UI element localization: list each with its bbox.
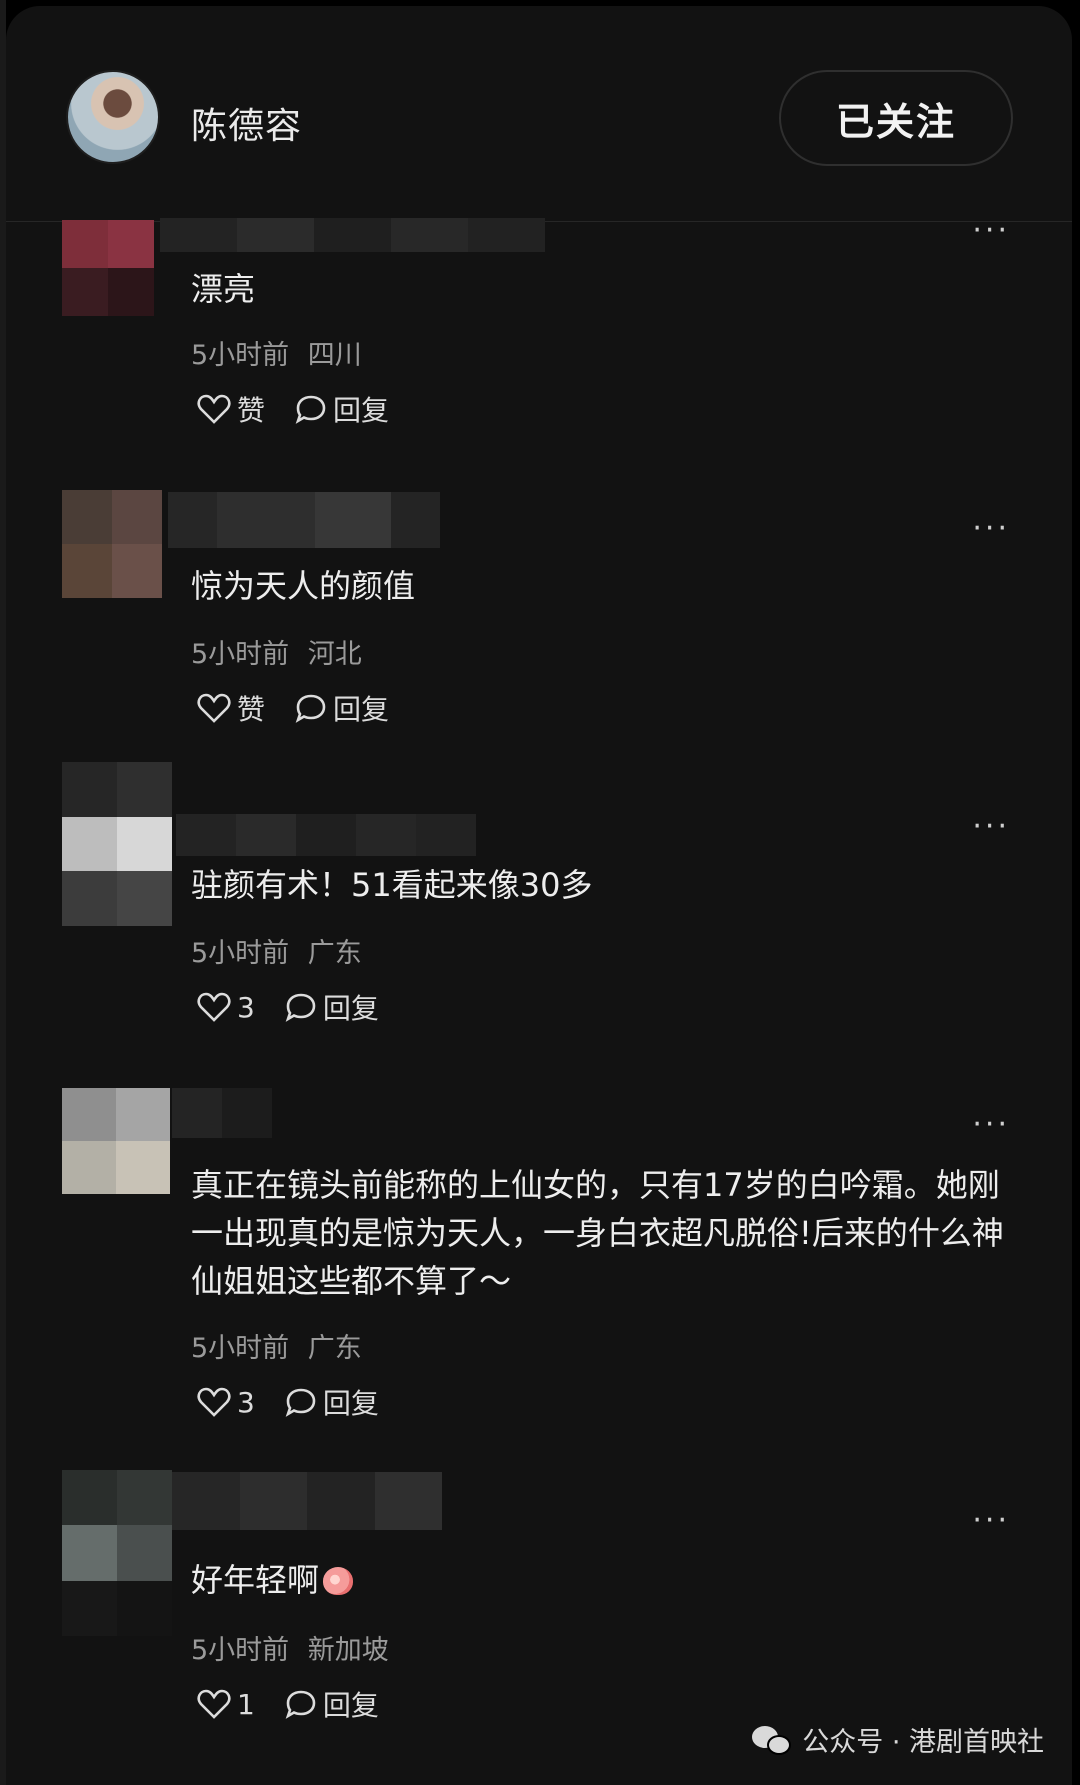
reply-button[interactable]: 回复 [285, 1684, 379, 1724]
commenter-name-blurred[interactable] [160, 218, 545, 252]
comment-location: 河北 [307, 639, 362, 670]
author-name[interactable]: 陈德容 [191, 97, 302, 149]
comment-meta: 5小时前 广东 [191, 1326, 362, 1365]
reply-label: 回复 [322, 1689, 379, 1722]
comment-text: 好年轻啊 [191, 1556, 1021, 1604]
comment-meta: 5小时前 河北 [191, 632, 362, 671]
heart-icon [197, 394, 231, 424]
follow-button[interactable]: 已关注 [779, 70, 1013, 166]
heart-icon [197, 992, 231, 1022]
reply-label: 回复 [333, 394, 390, 427]
more-options-icon[interactable]: ··· [972, 514, 1010, 544]
comment-time: 5小时前 [191, 639, 290, 670]
like-label: 赞 [237, 693, 266, 726]
comment-time: 5小时前 [191, 340, 290, 371]
commenter-avatar[interactable] [62, 762, 172, 926]
post-header: 陈德容 已关注 [6, 6, 1072, 222]
commenter-name-blurred[interactable] [168, 492, 440, 548]
reply-button[interactable]: 回复 [295, 688, 389, 728]
like-button[interactable]: 1 [197, 1688, 255, 1721]
commenter-avatar[interactable] [62, 490, 162, 598]
comment-bubble-icon [285, 993, 316, 1022]
comment-bubble-icon [295, 694, 326, 723]
like-count: 1 [237, 1687, 255, 1721]
peach-emoji-icon [323, 1567, 354, 1595]
more-options-icon[interactable]: ··· [972, 812, 1010, 842]
like-count: 3 [237, 990, 255, 1024]
watermark: 公众号 · 港剧首映社 [752, 1720, 1044, 1759]
comment-bubble-icon [285, 1388, 316, 1417]
commenter-name-blurred[interactable] [172, 1472, 442, 1530]
commenter-avatar[interactable] [62, 1470, 172, 1636]
commenter-name-blurred[interactable] [172, 1088, 272, 1138]
watermark-text: 公众号 · 港剧首映社 [802, 1727, 1044, 1758]
like-button[interactable]: 赞 [197, 688, 265, 728]
wechat-icon [752, 1724, 792, 1756]
reply-label: 回复 [322, 1387, 379, 1420]
comment-location: 广东 [307, 938, 362, 969]
reply-button[interactable]: 回复 [285, 987, 379, 1027]
like-count: 3 [237, 1385, 255, 1419]
comment-text: 驻颜有术！51看起来像30多 [191, 866, 593, 904]
comment-text: 漂亮 [191, 270, 256, 308]
heart-icon [197, 1689, 231, 1719]
comment-actions: 赞 回复 [197, 688, 389, 728]
reply-label: 回复 [333, 693, 390, 726]
more-options-icon[interactable]: ··· [972, 216, 1010, 246]
heart-icon [197, 693, 231, 723]
comments-panel: 陈德容 已关注 ··· 漂亮 5小时前 四川 赞 回复 ··· 惊为天人的颜值 … [6, 6, 1072, 1785]
commenter-avatar[interactable] [62, 1088, 170, 1194]
comment-time: 5小时前 [191, 1333, 290, 1364]
comment-meta: 5小时前 广东 [191, 931, 362, 970]
comment-text: 惊为天人的颜值 [191, 567, 416, 605]
comment-text-content: 好年轻啊 [191, 1561, 320, 1599]
comment-meta: 5小时前 新加坡 [191, 1628, 389, 1667]
comment-text: 真正在镜头前能称的上仙女的，只有17岁的白吟霜。她刚一出现真的是惊为天人，一身白… [191, 1166, 1004, 1300]
like-label: 赞 [237, 394, 266, 427]
comment-location: 新加坡 [307, 1635, 389, 1666]
comment-actions: 3 回复 [197, 1382, 379, 1422]
comment-actions: 赞 回复 [197, 389, 389, 429]
comment-location: 广东 [307, 1333, 362, 1364]
reply-button[interactable]: 回复 [295, 389, 389, 429]
commenter-name-blurred[interactable] [176, 814, 476, 856]
comment-time: 5小时前 [191, 938, 290, 969]
heart-icon [197, 1387, 231, 1417]
comment-bubble-icon [285, 1690, 316, 1719]
comment-actions: 3 回复 [197, 987, 379, 1027]
reply-button[interactable]: 回复 [285, 1382, 379, 1422]
reply-label: 回复 [322, 992, 379, 1025]
author-avatar[interactable] [66, 70, 160, 164]
comment-location: 四川 [307, 340, 362, 371]
comment-time: 5小时前 [191, 1635, 290, 1666]
like-button[interactable]: 赞 [197, 389, 265, 429]
comment-actions: 1 回复 [197, 1684, 379, 1724]
like-button[interactable]: 3 [197, 1386, 255, 1419]
more-options-icon[interactable]: ··· [972, 1110, 1010, 1140]
more-options-icon[interactable]: ··· [972, 1506, 1010, 1536]
commenter-avatar[interactable] [62, 220, 154, 316]
like-button[interactable]: 3 [197, 991, 255, 1024]
comment-meta: 5小时前 四川 [191, 333, 362, 372]
comment-bubble-icon [295, 395, 326, 424]
